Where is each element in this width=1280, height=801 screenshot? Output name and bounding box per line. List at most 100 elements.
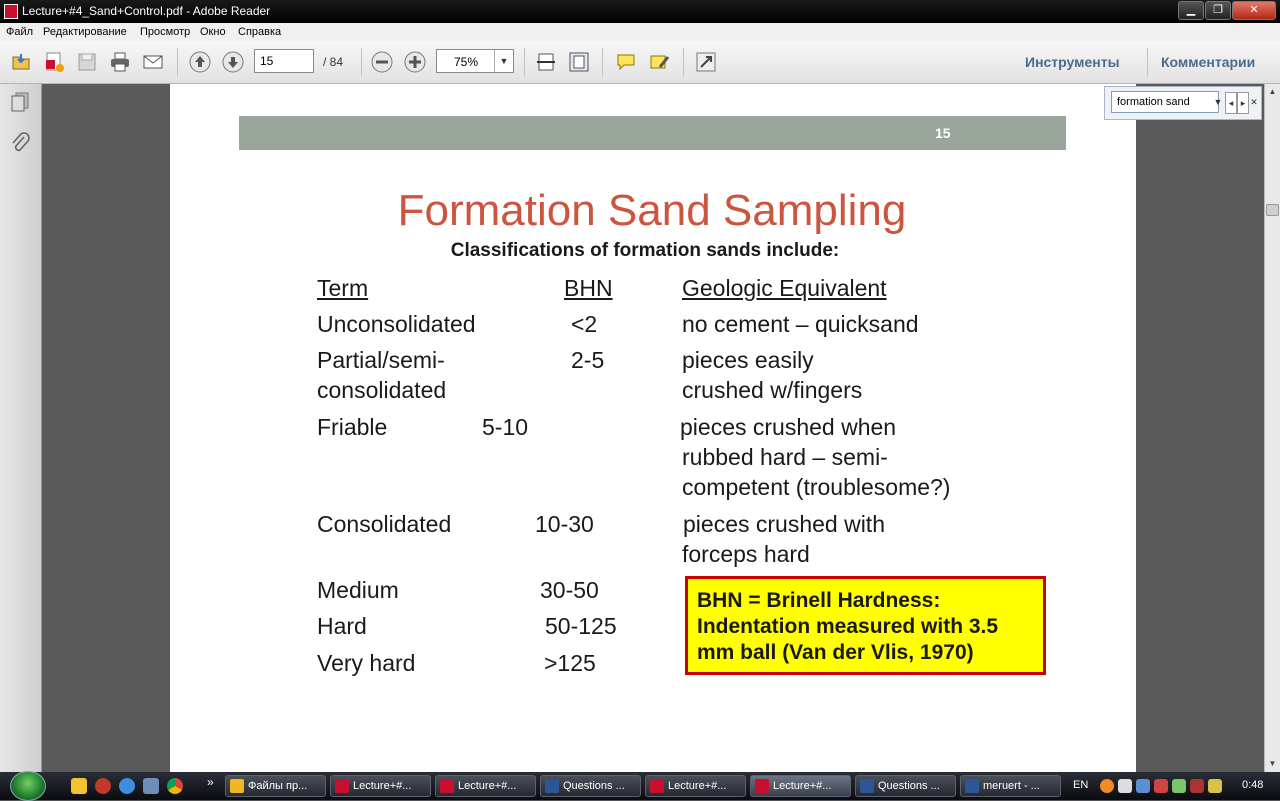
taskbar-item[interactable]: Lecture+#... [435, 775, 536, 797]
chevron-down-icon[interactable]: ▼ [494, 50, 513, 72]
row-bhn: <2 [571, 311, 598, 337]
slide-number: 15 [935, 125, 951, 141]
row-bhn: 50-125 [545, 613, 617, 639]
taskbar-item[interactable]: Файлы пр... [225, 775, 326, 797]
row-geologic: pieces easily [682, 347, 814, 373]
row-term: Medium [317, 577, 399, 603]
row-term: Unconsolidated [317, 311, 476, 337]
note-line: Indentation measured with 3.5 [697, 615, 999, 638]
row-geologic-continued: forceps hard [682, 541, 810, 567]
row-bhn: 30-50 [540, 577, 599, 603]
open-icon[interactable] [8, 49, 34, 75]
tray-icon[interactable] [1208, 779, 1222, 793]
internet-explorer-icon[interactable] [119, 778, 135, 794]
highlight-icon[interactable] [646, 49, 672, 75]
page-number-input[interactable] [254, 49, 314, 73]
fit-width-icon[interactable] [533, 49, 559, 75]
save-icon[interactable] [74, 49, 100, 75]
clock[interactable]: 0:48 [1242, 779, 1263, 791]
previous-page-icon[interactable] [187, 49, 213, 75]
find-close-icon[interactable]: ✕ [1249, 92, 1259, 112]
tray-icon[interactable] [1190, 779, 1204, 793]
start-button[interactable] [10, 771, 46, 801]
toolbar-separator [524, 48, 525, 76]
row-bhn: 10-30 [535, 511, 594, 537]
pdf-icon [755, 779, 769, 793]
attachments-icon[interactable] [8, 132, 32, 156]
taskbar-item-label: Файлы пр... [248, 780, 308, 792]
tools-pane-button[interactable]: Инструменты [1025, 54, 1120, 70]
menu-view[interactable]: Просмотр [140, 26, 190, 38]
taskbar-item-label: Lecture+#... [668, 780, 727, 792]
minimize-button[interactable]: ▁ [1178, 1, 1204, 20]
close-button[interactable]: ✕ [1232, 1, 1276, 20]
print-icon[interactable] [107, 49, 133, 75]
row-term: Partial/semi- [317, 347, 445, 373]
maximize-button[interactable]: ❐ [1205, 1, 1231, 20]
taskbar-item[interactable]: Lecture+#... [330, 775, 431, 797]
next-page-icon[interactable] [220, 49, 246, 75]
word-icon [965, 779, 979, 793]
speaker-icon[interactable] [1118, 779, 1132, 793]
row-term: Very hard [317, 650, 416, 676]
network-icon[interactable] [1136, 779, 1150, 793]
show-desktop-icon[interactable] [143, 778, 159, 794]
zoom-select[interactable]: 75% ▼ [436, 49, 514, 73]
row-geologic-continued: competent (troublesome?) [682, 474, 951, 500]
row-term: Friable [317, 414, 388, 440]
email-icon[interactable] [140, 49, 166, 75]
toolbar-separator [1147, 48, 1148, 76]
row-bhn: 2-5 [571, 347, 605, 373]
scroll-down-icon[interactable]: ▼ [1265, 756, 1280, 772]
pdf-icon [440, 779, 454, 793]
vertical-scrollbar[interactable]: ▲ ▼ [1264, 84, 1280, 772]
opera-icon[interactable] [95, 778, 111, 794]
scroll-up-icon[interactable]: ▲ [1265, 84, 1280, 100]
row-geologic-continued: rubbed hard – semi- [682, 444, 888, 470]
find-previous-icon[interactable]: ◂ [1225, 92, 1237, 114]
comments-pane-button[interactable]: Комментарии [1161, 54, 1255, 70]
taskbar-item-label: meruert - ... [983, 780, 1040, 792]
find-input[interactable]: formation sand [1111, 91, 1219, 113]
scroll-thumb[interactable] [1266, 204, 1279, 216]
menu-file[interactable]: Файл [6, 26, 33, 38]
find-next-icon[interactable]: ▸ [1237, 92, 1249, 114]
taskbar-item[interactable]: meruert - ... [960, 775, 1061, 797]
menu-help[interactable]: Справка [238, 26, 281, 38]
row-geologic: pieces crushed with [683, 511, 885, 537]
toolbar-separator [177, 48, 178, 76]
note-line: BHN = Brinell Hardness: [697, 589, 941, 612]
chrome-icon[interactable] [167, 778, 183, 794]
taskbar-item-label: Lecture+#... [458, 780, 517, 792]
create-pdf-icon[interactable] [41, 49, 67, 75]
menu-edit[interactable]: Редактирование [43, 26, 127, 38]
toolbar-separator [361, 48, 362, 76]
taskbar-item-active[interactable]: Lecture+#... [750, 775, 851, 797]
menu-window[interactable]: Окно [200, 26, 226, 38]
bhn-definition-box: BHN = Brinell Hardness: Indentation meas… [685, 576, 1046, 675]
page-thumbnails-icon[interactable] [8, 90, 32, 114]
tray-app-icon[interactable] [1100, 779, 1114, 793]
fullscreen-icon[interactable] [693, 49, 719, 75]
fit-page-icon[interactable] [566, 49, 592, 75]
row-geologic: no cement – quicksand [682, 311, 919, 337]
taskbar-item[interactable]: Questions ... [855, 775, 956, 797]
row-term: Consolidated [317, 511, 452, 537]
page-total: / 84 [323, 55, 344, 69]
find-dropdown-icon[interactable]: ▼ [1213, 92, 1223, 112]
security-icon[interactable] [1154, 779, 1168, 793]
taskbar-item[interactable]: Questions ... [540, 775, 641, 797]
taskbar-item[interactable]: Lecture+#... [645, 775, 746, 797]
title-bar: Lecture+#4_Sand+Control.pdf - Adobe Read… [0, 0, 1280, 23]
row-geologic: pieces crushed when [680, 414, 897, 440]
tray-icon[interactable] [1172, 779, 1186, 793]
language-indicator[interactable]: EN [1073, 779, 1088, 791]
zoom-out-icon[interactable] [369, 49, 395, 75]
chrome-icon [230, 779, 244, 793]
zoom-value: 75% [454, 55, 479, 69]
comment-icon[interactable] [613, 49, 639, 75]
zoom-in-icon[interactable] [402, 49, 428, 75]
slide-subtitle: Classifications of formation sands inclu… [450, 240, 840, 261]
avast-icon[interactable] [71, 778, 87, 794]
quicklaunch-overflow-icon[interactable]: » [207, 775, 214, 789]
